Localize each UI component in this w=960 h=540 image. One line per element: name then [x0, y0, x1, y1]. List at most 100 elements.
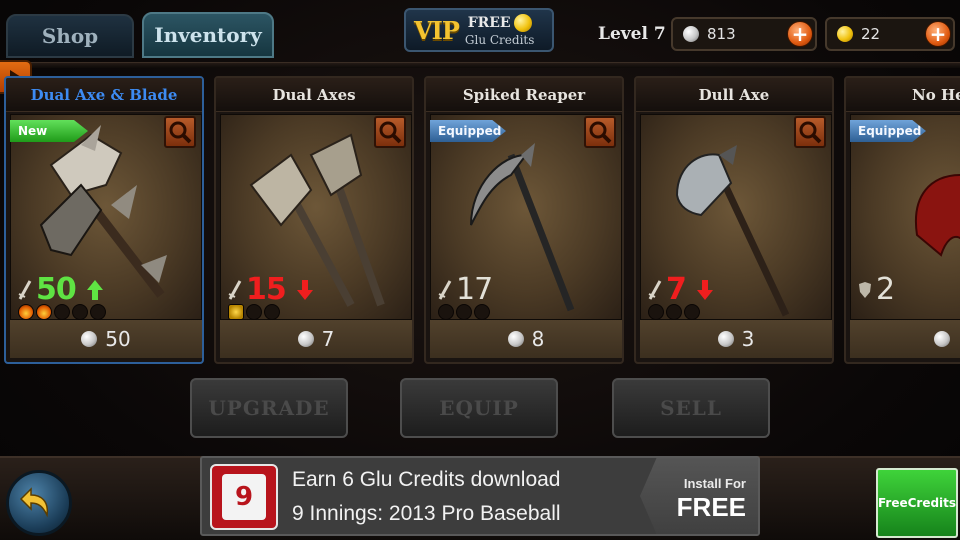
sell-price: 50 — [10, 320, 202, 358]
back-button[interactable] — [6, 470, 72, 536]
inspect-magnifier-icon[interactable] — [374, 116, 406, 148]
sword-icon — [18, 279, 32, 300]
price-value: 3 — [741, 327, 755, 351]
vip-credits-label: Glu Credits — [464, 33, 535, 47]
price-value: 50 — [105, 327, 131, 351]
defense-value: 2 — [876, 272, 895, 307]
sell-price: 7 — [220, 320, 412, 358]
sell-button[interactable]: SELL — [612, 378, 770, 438]
inspect-magnifier-icon[interactable] — [164, 116, 196, 148]
empty-slot — [72, 304, 88, 320]
ad-subline: 9 Innings: 2013 Pro Baseball — [292, 502, 561, 525]
attack-stat: 15 — [228, 272, 314, 307]
player-level: Level 7 — [598, 24, 666, 44]
enchant-slots — [648, 304, 700, 320]
empty-slot — [666, 304, 682, 320]
price-value: 8 — [531, 327, 545, 351]
ad-headline: Earn 6 Glu Credits download — [292, 468, 561, 491]
stat-up-arrow-icon — [86, 279, 103, 300]
equipped-badge: Equipped — [430, 120, 506, 142]
shield-icon — [859, 281, 871, 298]
attack-stat: 50 — [18, 272, 104, 307]
inspect-magnifier-icon[interactable] — [584, 116, 616, 148]
equip-button[interactable]: EQUIP — [400, 378, 558, 438]
ad-logo-number: 9 — [222, 474, 266, 520]
item-name: Dual Axe & Blade — [6, 78, 202, 112]
defense-stat: 2 — [858, 272, 895, 307]
sword-icon — [438, 279, 452, 300]
item-card-dual-axes[interactable]: Dual Axes 15 7 — [214, 76, 414, 364]
item-card-dual-axe-and-blade[interactable]: Dual Axe & Blade New 50 50 — [4, 76, 204, 364]
silver-coin-icon — [717, 331, 734, 347]
item-name: Spiked Reaper — [426, 78, 622, 112]
enchant-slots — [438, 304, 490, 320]
new-badge: New — [10, 120, 88, 142]
empty-slot — [264, 304, 280, 320]
fire-gem-icon — [36, 304, 52, 320]
sword-icon — [648, 279, 662, 300]
gold-amount: 22 — [861, 25, 881, 43]
empty-slot — [474, 304, 490, 320]
attack-stat: 17 — [438, 272, 493, 307]
vip-free-credits: FREE Glu Credits — [464, 14, 535, 47]
gold-coin-icon — [513, 14, 532, 32]
enchant-slots — [228, 304, 280, 320]
vip-free-row: FREE — [468, 14, 532, 32]
silver-coin-icon — [507, 331, 524, 347]
attack-value: 50 — [36, 272, 77, 307]
vip-free-credits-button[interactable]: VIP FREE Glu Credits — [404, 8, 554, 52]
vip-label: VIP — [414, 15, 460, 45]
add-silver-button[interactable]: + — [787, 21, 813, 47]
item-card-spiked-reaper[interactable]: Spiked Reaper Equipped 17 8 — [424, 76, 624, 364]
item-name: Dull Axe — [636, 78, 832, 112]
sword-icon — [228, 279, 242, 300]
back-arrow-icon — [19, 487, 49, 518]
tab-shop[interactable]: Shop — [6, 14, 134, 58]
silver-coin-icon — [934, 331, 950, 347]
item-card-partial[interactable]: No He Equipped 2 1 — [844, 76, 960, 364]
free-credits-button[interactable]: FreeCredits — [876, 468, 958, 538]
empty-slot — [90, 304, 106, 320]
attack-stat: 7 — [648, 272, 714, 307]
sell-price: 8 — [430, 320, 622, 358]
empty-slot — [54, 304, 70, 320]
empty-slot — [246, 304, 262, 320]
item-name: Dual Axes — [216, 78, 412, 112]
ad-app-logo: 9 — [210, 464, 278, 530]
silver-coin-icon — [297, 331, 314, 347]
inspect-magnifier-icon[interactable] — [794, 116, 826, 148]
attack-value: 15 — [246, 272, 287, 307]
attack-value: 7 — [666, 272, 687, 307]
game-screen: Shop Inventory VIP FREE Glu Credits Leve… — [0, 0, 960, 540]
enchant-slots — [18, 304, 106, 320]
blade-gem-icon — [228, 304, 244, 320]
empty-slot — [648, 304, 664, 320]
sell-price: 1 — [850, 320, 960, 358]
empty-slot — [684, 304, 700, 320]
silver-coin-icon — [81, 331, 98, 347]
sell-price: 3 — [640, 320, 832, 358]
stat-down-arrow-icon — [696, 279, 713, 300]
silver-amount: 813 — [707, 25, 736, 43]
attack-value: 17 — [456, 272, 493, 307]
silver-coin-icon — [683, 26, 699, 42]
fire-gem-icon — [18, 304, 34, 320]
empty-slot — [438, 304, 454, 320]
vip-free-label: FREE — [467, 15, 511, 31]
stat-down-arrow-icon — [296, 279, 313, 300]
gold-balance: 22 + — [825, 17, 955, 51]
gold-coin-icon — [837, 26, 853, 42]
price-value: 7 — [321, 327, 335, 351]
empty-slot — [456, 304, 472, 320]
tab-inventory[interactable]: Inventory — [142, 12, 274, 58]
ad-install-label: Install For — [683, 476, 746, 491]
ad-banner[interactable]: 9 Earn 6 Glu Credits download 9 Innings:… — [200, 456, 760, 536]
item-card-dull-axe[interactable]: Dull Axe 7 3 — [634, 76, 834, 364]
add-gold-button[interactable]: + — [925, 21, 951, 47]
ad-free-label: FREE — [676, 492, 746, 522]
equipped-badge: Equipped — [850, 120, 926, 142]
item-name: No He — [846, 78, 960, 112]
silver-balance: 813 + — [671, 17, 817, 51]
card-rail — [0, 62, 960, 68]
upgrade-button[interactable]: UPGRADE — [190, 378, 348, 438]
